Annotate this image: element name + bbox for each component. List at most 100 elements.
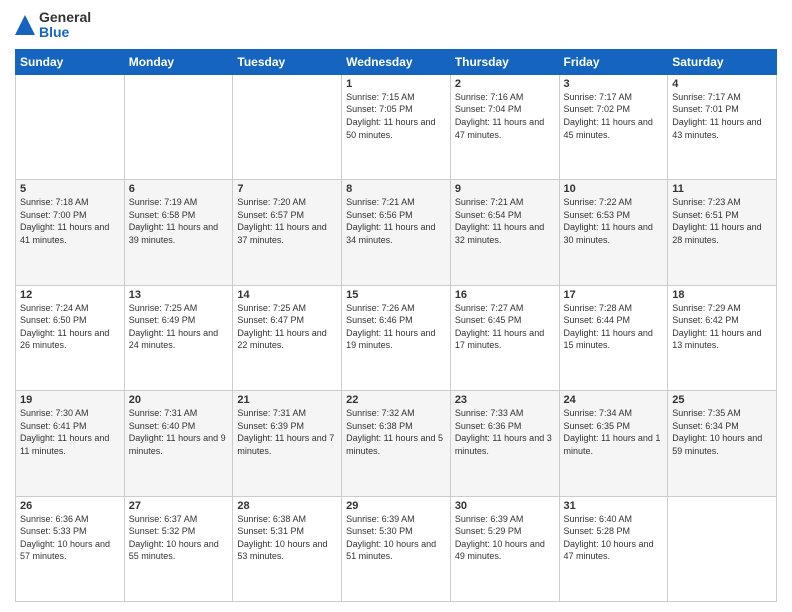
day-info: Sunrise: 7:29 AMSunset: 6:42 PMDaylight:…: [672, 302, 772, 352]
calendar-cell: 24Sunrise: 7:34 AMSunset: 6:35 PMDayligh…: [559, 391, 668, 496]
day-number: 17: [564, 289, 664, 301]
day-info: Sunrise: 7:20 AMSunset: 6:57 PMDaylight:…: [237, 196, 337, 246]
day-info: Sunrise: 6:37 AMSunset: 5:32 PMDaylight:…: [129, 513, 229, 563]
day-number: 9: [455, 183, 555, 195]
calendar-cell: 8Sunrise: 7:21 AMSunset: 6:56 PMDaylight…: [342, 180, 451, 285]
weekday-header-row: SundayMondayTuesdayWednesdayThursdayFrid…: [16, 49, 777, 74]
day-info: Sunrise: 7:18 AMSunset: 7:00 PMDaylight:…: [20, 196, 120, 246]
day-number: 26: [20, 500, 120, 512]
calendar-cell: 14Sunrise: 7:25 AMSunset: 6:47 PMDayligh…: [233, 285, 342, 390]
calendar-cell: 17Sunrise: 7:28 AMSunset: 6:44 PMDayligh…: [559, 285, 668, 390]
day-number: 14: [237, 289, 337, 301]
day-info: Sunrise: 7:16 AMSunset: 7:04 PMDaylight:…: [455, 91, 555, 141]
day-info: Sunrise: 7:17 AMSunset: 7:02 PMDaylight:…: [564, 91, 664, 141]
calendar-cell: 5Sunrise: 7:18 AMSunset: 7:00 PMDaylight…: [16, 180, 125, 285]
day-info: Sunrise: 7:25 AMSunset: 6:49 PMDaylight:…: [129, 302, 229, 352]
day-info: Sunrise: 6:36 AMSunset: 5:33 PMDaylight:…: [20, 513, 120, 563]
week-row-2: 5Sunrise: 7:18 AMSunset: 7:00 PMDaylight…: [16, 180, 777, 285]
day-number: 19: [20, 394, 120, 406]
day-number: 27: [129, 500, 229, 512]
day-info: Sunrise: 7:25 AMSunset: 6:47 PMDaylight:…: [237, 302, 337, 352]
day-number: 30: [455, 500, 555, 512]
day-number: 28: [237, 500, 337, 512]
calendar-cell: 30Sunrise: 6:39 AMSunset: 5:29 PMDayligh…: [450, 496, 559, 601]
day-info: Sunrise: 6:39 AMSunset: 5:30 PMDaylight:…: [346, 513, 446, 563]
day-info: Sunrise: 7:22 AMSunset: 6:53 PMDaylight:…: [564, 196, 664, 246]
day-info: Sunrise: 7:35 AMSunset: 6:34 PMDaylight:…: [672, 407, 772, 457]
day-info: Sunrise: 7:23 AMSunset: 6:51 PMDaylight:…: [672, 196, 772, 246]
day-number: 18: [672, 289, 772, 301]
day-info: Sunrise: 7:21 AMSunset: 6:54 PMDaylight:…: [455, 196, 555, 246]
logo-blue: Blue: [39, 25, 91, 40]
page: GeneralBlue SundayMondayTuesdayWednesday…: [0, 0, 792, 612]
day-info: Sunrise: 7:27 AMSunset: 6:45 PMDaylight:…: [455, 302, 555, 352]
day-number: 25: [672, 394, 772, 406]
day-info: Sunrise: 7:31 AMSunset: 6:40 PMDaylight:…: [129, 407, 229, 457]
logo: GeneralBlue: [15, 10, 91, 41]
weekday-header-monday: Monday: [124, 49, 233, 74]
day-number: 5: [20, 183, 120, 195]
day-number: 15: [346, 289, 446, 301]
day-number: 23: [455, 394, 555, 406]
weekday-header-friday: Friday: [559, 49, 668, 74]
calendar-cell: 11Sunrise: 7:23 AMSunset: 6:51 PMDayligh…: [668, 180, 777, 285]
calendar-cell: 12Sunrise: 7:24 AMSunset: 6:50 PMDayligh…: [16, 285, 125, 390]
week-row-5: 26Sunrise: 6:36 AMSunset: 5:33 PMDayligh…: [16, 496, 777, 601]
calendar-cell: 26Sunrise: 6:36 AMSunset: 5:33 PMDayligh…: [16, 496, 125, 601]
calendar-cell: [16, 74, 125, 179]
day-number: 3: [564, 78, 664, 90]
day-number: 7: [237, 183, 337, 195]
calendar-cell: 23Sunrise: 7:33 AMSunset: 6:36 PMDayligh…: [450, 391, 559, 496]
day-number: 2: [455, 78, 555, 90]
day-info: Sunrise: 7:17 AMSunset: 7:01 PMDaylight:…: [672, 91, 772, 141]
calendar-cell: 25Sunrise: 7:35 AMSunset: 6:34 PMDayligh…: [668, 391, 777, 496]
calendar-cell: 7Sunrise: 7:20 AMSunset: 6:57 PMDaylight…: [233, 180, 342, 285]
day-info: Sunrise: 6:40 AMSunset: 5:28 PMDaylight:…: [564, 513, 664, 563]
weekday-header-thursday: Thursday: [450, 49, 559, 74]
week-row-1: 1Sunrise: 7:15 AMSunset: 7:05 PMDaylight…: [16, 74, 777, 179]
day-info: Sunrise: 7:34 AMSunset: 6:35 PMDaylight:…: [564, 407, 664, 457]
calendar-cell: 29Sunrise: 6:39 AMSunset: 5:30 PMDayligh…: [342, 496, 451, 601]
day-info: Sunrise: 7:30 AMSunset: 6:41 PMDaylight:…: [20, 407, 120, 457]
day-number: 1: [346, 78, 446, 90]
calendar-cell: [124, 74, 233, 179]
day-info: Sunrise: 7:19 AMSunset: 6:58 PMDaylight:…: [129, 196, 229, 246]
week-row-4: 19Sunrise: 7:30 AMSunset: 6:41 PMDayligh…: [16, 391, 777, 496]
calendar-cell: 27Sunrise: 6:37 AMSunset: 5:32 PMDayligh…: [124, 496, 233, 601]
day-number: 20: [129, 394, 229, 406]
day-number: 11: [672, 183, 772, 195]
calendar-cell: [233, 74, 342, 179]
day-number: 4: [672, 78, 772, 90]
logo-bird-icon: [15, 15, 35, 35]
calendar-table: SundayMondayTuesdayWednesdayThursdayFrid…: [15, 49, 777, 602]
day-info: Sunrise: 7:31 AMSunset: 6:39 PMDaylight:…: [237, 407, 337, 457]
calendar-cell: 1Sunrise: 7:15 AMSunset: 7:05 PMDaylight…: [342, 74, 451, 179]
day-info: Sunrise: 7:33 AMSunset: 6:36 PMDaylight:…: [455, 407, 555, 457]
calendar-cell: 6Sunrise: 7:19 AMSunset: 6:58 PMDaylight…: [124, 180, 233, 285]
day-info: Sunrise: 7:28 AMSunset: 6:44 PMDaylight:…: [564, 302, 664, 352]
calendar-cell: 4Sunrise: 7:17 AMSunset: 7:01 PMDaylight…: [668, 74, 777, 179]
calendar-cell: 3Sunrise: 7:17 AMSunset: 7:02 PMDaylight…: [559, 74, 668, 179]
day-info: Sunrise: 6:39 AMSunset: 5:29 PMDaylight:…: [455, 513, 555, 563]
calendar-cell: 2Sunrise: 7:16 AMSunset: 7:04 PMDaylight…: [450, 74, 559, 179]
logo-general: General: [39, 10, 91, 25]
day-number: 31: [564, 500, 664, 512]
weekday-header-tuesday: Tuesday: [233, 49, 342, 74]
calendar-cell: 31Sunrise: 6:40 AMSunset: 5:28 PMDayligh…: [559, 496, 668, 601]
day-number: 13: [129, 289, 229, 301]
day-number: 24: [564, 394, 664, 406]
calendar-cell: 28Sunrise: 6:38 AMSunset: 5:31 PMDayligh…: [233, 496, 342, 601]
day-number: 29: [346, 500, 446, 512]
week-row-3: 12Sunrise: 7:24 AMSunset: 6:50 PMDayligh…: [16, 285, 777, 390]
calendar-cell: 10Sunrise: 7:22 AMSunset: 6:53 PMDayligh…: [559, 180, 668, 285]
day-info: Sunrise: 7:24 AMSunset: 6:50 PMDaylight:…: [20, 302, 120, 352]
day-number: 6: [129, 183, 229, 195]
calendar-cell: 13Sunrise: 7:25 AMSunset: 6:49 PMDayligh…: [124, 285, 233, 390]
day-info: Sunrise: 7:15 AMSunset: 7:05 PMDaylight:…: [346, 91, 446, 141]
day-number: 16: [455, 289, 555, 301]
day-number: 10: [564, 183, 664, 195]
day-info: Sunrise: 7:32 AMSunset: 6:38 PMDaylight:…: [346, 407, 446, 457]
weekday-header-sunday: Sunday: [16, 49, 125, 74]
day-info: Sunrise: 7:21 AMSunset: 6:56 PMDaylight:…: [346, 196, 446, 246]
calendar-cell: 16Sunrise: 7:27 AMSunset: 6:45 PMDayligh…: [450, 285, 559, 390]
